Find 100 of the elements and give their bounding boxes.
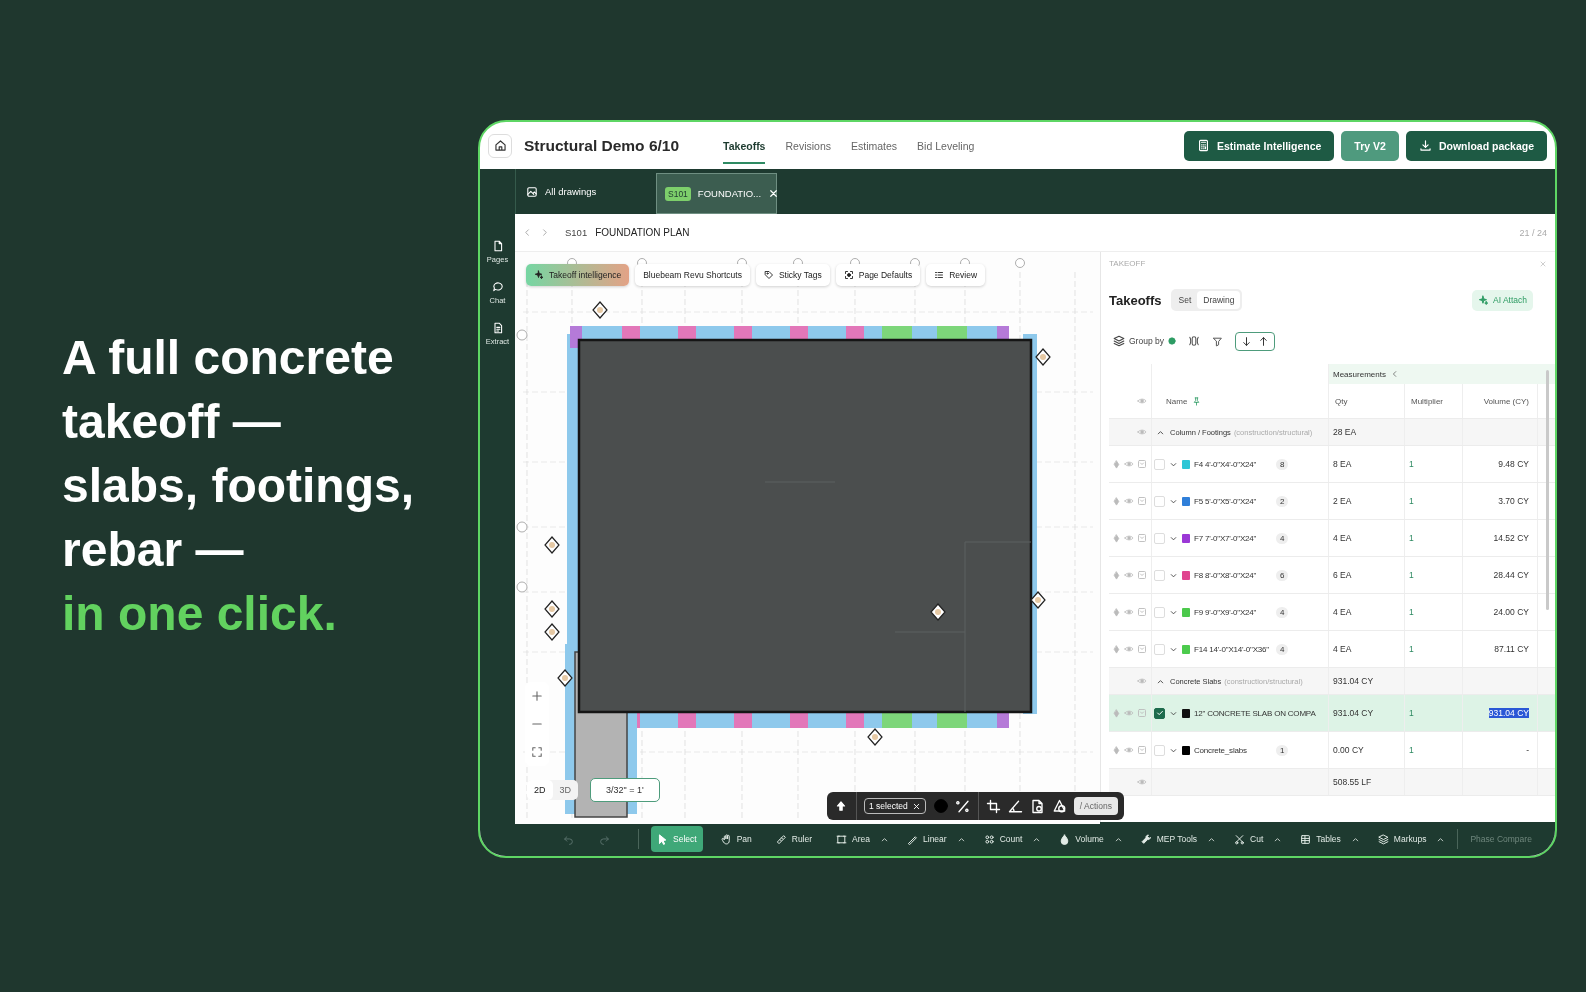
shortcuts-button[interactable]: Bluebeam Revu Shortcuts (635, 264, 750, 286)
section-marker-icon (592, 301, 608, 319)
tool-button[interactable]: Pan (714, 826, 758, 852)
scissors-icon (1234, 833, 1246, 845)
column-header: Multiplier (1411, 396, 1443, 406)
takeoff-row[interactable]: F9 9'-0"X9'-0"X24" 4 4 EA 1 24.00 CY (1109, 594, 1555, 631)
table-cell: 28 EA (1333, 427, 1357, 437)
ruler-icon (775, 833, 787, 845)
table-cell: 8 EA (1333, 459, 1352, 469)
pencil-icon (907, 833, 919, 845)
panel-section-label: TAKEOFF (1109, 259, 1146, 268)
count-badge: 4 (1276, 643, 1289, 655)
table-cell: 87.11 CY (1494, 644, 1529, 654)
cursor-icon (657, 833, 668, 845)
drag-icon (1112, 459, 1121, 469)
view-mode-tab[interactable]: 3D (552, 780, 579, 800)
tool-button[interactable]: Markups (1371, 826, 1433, 852)
undo-icon (562, 833, 574, 845)
chat-icon (491, 281, 504, 293)
calculator-icon (1196, 139, 1210, 152)
column-group-label: Measurements (1333, 369, 1386, 379)
count-badge: 2 (1276, 495, 1289, 507)
sheet-tab[interactable]: S101 FOUNDATIO... (656, 173, 777, 214)
arrow-up-icon (1257, 335, 1269, 347)
table-cell: 1 (1409, 533, 1414, 543)
layers-icon (1377, 833, 1389, 845)
zoom-in-button[interactable] (529, 688, 545, 704)
section-marker-icon (867, 728, 883, 746)
download-button[interactable]: Download package (1405, 130, 1547, 161)
crop-icon (985, 798, 1001, 814)
nav-tab[interactable]: Revisions (785, 127, 831, 164)
tray-icon (1137, 459, 1147, 469)
tool-button[interactable]: Count (977, 826, 1029, 852)
shapes-icon (1051, 798, 1067, 814)
count-badge: 6 (1276, 569, 1289, 581)
drag-icon (1112, 644, 1121, 654)
view-mode-tab[interactable]: 2D (527, 780, 553, 800)
table-cell: 4 EA (1333, 533, 1352, 543)
drop-icon (1059, 833, 1071, 845)
tool-button[interactable]: MEP Tools (1134, 826, 1204, 852)
eye-icon (1124, 708, 1134, 718)
eye-icon (1124, 496, 1134, 506)
eye-icon (1137, 777, 1147, 787)
table-cell: 931.04 CY (1333, 708, 1374, 718)
estimate-intelligence-button[interactable]: Estimate Intelligence (1183, 130, 1335, 161)
scope-tab[interactable]: Set (1172, 291, 1198, 309)
drag-icon (1112, 745, 1121, 755)
takeoff-name: F5 5'-0"X5'-0"X24" (1194, 496, 1258, 506)
count-badge: 1 (1276, 744, 1289, 756)
nav-tab[interactable]: Takeoffs (723, 127, 766, 164)
tool-button[interactable]: Volume (1053, 826, 1110, 852)
scope-tab[interactable]: Drawing (1197, 291, 1241, 309)
eye-icon (1137, 676, 1147, 686)
section-marker-icon (1035, 348, 1051, 366)
arrow-up-icon (835, 800, 847, 812)
headline-text: slabs, footings, (62, 458, 416, 514)
group-row[interactable]: 508.55 LF (1109, 769, 1555, 796)
dots-icon (983, 833, 995, 845)
fit-button[interactable] (529, 744, 545, 760)
sort-button[interactable] (1234, 331, 1275, 351)
plus-icon (531, 690, 543, 702)
review-button[interactable]: Review (926, 264, 986, 286)
column-header: Name (1166, 396, 1188, 406)
takeoff-row[interactable]: 12" CONCRETE SLAB ON COMPA 931.04 CY 1 931.04 CY (1109, 695, 1555, 732)
tool-button[interactable]: Area (830, 826, 877, 852)
drag-icon (1112, 708, 1121, 718)
columns-icon (1187, 335, 1200, 347)
eye-icon (1137, 396, 1147, 406)
pin-icon (1192, 396, 1202, 406)
hand-icon (720, 833, 732, 845)
checkbox[interactable] (1154, 707, 1165, 719)
tray-icon (1137, 644, 1147, 654)
download-icon (1418, 139, 1432, 152)
redo-icon (598, 833, 610, 845)
nav-tab[interactable]: Bid Leveling (917, 127, 975, 164)
section-marker-icon (557, 669, 573, 687)
sticky-tags-button[interactable]: Sticky Tags (755, 264, 830, 286)
scale-label[interactable]: 3/32" = 1' (590, 778, 660, 802)
pages-icon (491, 240, 504, 252)
group-by-button[interactable]: Group by (1113, 335, 1176, 347)
home-button[interactable] (488, 133, 512, 158)
tray-icon (1137, 745, 1147, 755)
image-icon (526, 185, 538, 198)
tool-button[interactable]: Tables (1294, 826, 1347, 852)
table-cell: 24.00 CY (1493, 607, 1529, 617)
takeoff-name: 12" CONCRETE SLAB ON COMPA (1194, 708, 1316, 718)
tool-button[interactable]: Ruler (769, 826, 819, 852)
tool-button[interactable]: Linear (901, 826, 953, 852)
tool-button[interactable]: Cut (1228, 826, 1270, 852)
scrollbar[interactable] (1546, 370, 1549, 610)
tray-icon (1137, 533, 1147, 543)
tab-label: All drawings (545, 186, 597, 197)
nav-tab[interactable]: Estimates (851, 127, 898, 164)
takeoff-intelligence-button[interactable]: Takeoff intelligence (526, 264, 630, 286)
tab-label: FOUNDATIO... (697, 188, 761, 199)
table-cell: 1 (1409, 708, 1414, 718)
measure-icon (955, 798, 971, 814)
page-defaults-button[interactable]: Page Defaults (835, 264, 921, 286)
selection-count[interactable]: 1 selected (864, 798, 926, 814)
actions-button[interactable]: / Actions (1073, 797, 1118, 815)
